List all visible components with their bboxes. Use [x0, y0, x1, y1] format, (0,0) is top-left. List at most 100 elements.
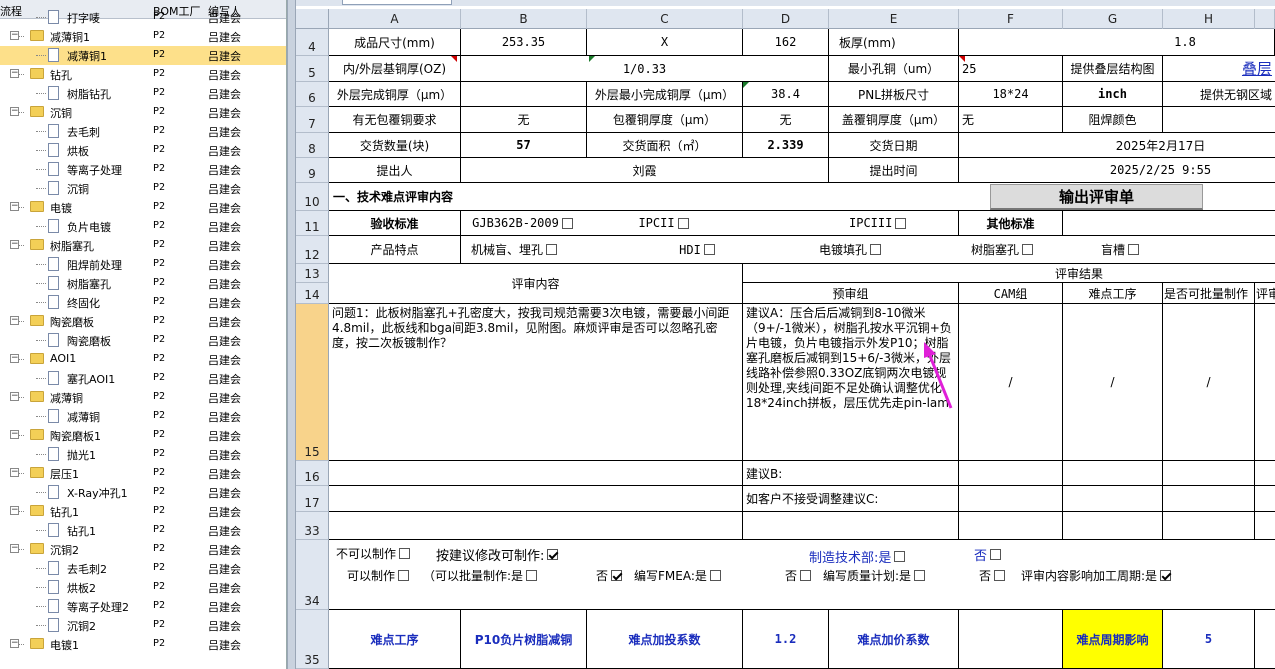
cell-fh4[interactable]: 1.8	[959, 29, 1275, 56]
cell-g17[interactable]	[1063, 486, 1163, 512]
row-header[interactable]: 34	[296, 540, 329, 610]
tree-row[interactable]: 减薄铜 P2 吕建会	[0, 407, 286, 426]
opt-quality-no-checkbox[interactable]	[994, 570, 1006, 581]
collapse-toggle-icon[interactable]: −	[10, 392, 19, 401]
row-header[interactable]: 11	[296, 211, 329, 236]
tree-row[interactable]: 钻孔1 P2 吕建会	[0, 521, 286, 540]
col-header-a[interactable]: A	[329, 9, 461, 29]
tree-row[interactable]: 烘板2 P2 吕建会	[0, 578, 286, 597]
cell-g5[interactable]: 提供叠层结构图	[1063, 56, 1163, 82]
panel-splitter[interactable]	[287, 0, 296, 669]
cell-i33[interactable]	[1255, 512, 1275, 540]
opt-tech-dept[interactable]: 制造技术部:是	[809, 547, 908, 566]
std-ipcii-checkbox[interactable]	[677, 217, 689, 229]
cell-a9[interactable]: 提出人	[329, 158, 461, 183]
opt-cycle[interactable]: 评审内容影响加工周期:是	[1021, 567, 1174, 584]
cell-i16[interactable]	[1255, 461, 1275, 486]
cell-h16[interactable]	[1163, 461, 1255, 486]
opt-can-make-checkbox[interactable]	[398, 570, 410, 581]
tree-row[interactable]: − 沉铜 P2 吕建会	[0, 103, 286, 122]
cell-b6[interactable]	[461, 82, 587, 107]
col-header-e[interactable]: E	[829, 9, 959, 29]
cell-d7[interactable]: 无	[743, 107, 829, 133]
sheet-tab[interactable]	[342, 0, 452, 5]
row-header[interactable]: 7	[296, 107, 329, 133]
row-header[interactable]: 4	[296, 29, 329, 56]
cell-h6[interactable]: 提供无钢区域	[1163, 82, 1275, 107]
row-header[interactable]: 6	[296, 82, 329, 107]
feature-blind-via-checkbox[interactable]	[546, 244, 558, 255]
tree-row[interactable]: − 钻孔1 P2 吕建会	[0, 502, 286, 521]
cell-i17[interactable]	[1255, 486, 1275, 512]
cell-g35[interactable]: 难点周期影响	[1063, 610, 1163, 669]
tree-row[interactable]: 去毛刺 P2 吕建会	[0, 122, 286, 141]
difficulty-result-cell[interactable]: /	[1063, 304, 1163, 461]
opt-batch-no-checkbox[interactable]	[611, 570, 623, 581]
cell-f16[interactable]	[959, 461, 1063, 486]
cell-e4[interactable]: 板厚(mm)	[829, 29, 959, 56]
cell-b4[interactable]: 253.35	[461, 29, 587, 56]
cell-b8[interactable]: 57	[461, 133, 587, 158]
cell-g6[interactable]: inch	[1063, 82, 1163, 107]
tree-row[interactable]: 树脂钻孔 P2 吕建会	[0, 84, 286, 103]
row-header[interactable]: 35	[296, 610, 329, 669]
opt-tech-no[interactable]: 否	[974, 545, 1004, 564]
cell-f35[interactable]	[959, 610, 1063, 669]
cell-f6[interactable]: 18*24	[959, 82, 1063, 107]
cell-d33[interactable]	[743, 512, 959, 540]
col-header-b[interactable]: B	[461, 9, 587, 29]
collapse-toggle-icon[interactable]: −	[10, 316, 19, 325]
cell-g33[interactable]	[1063, 512, 1163, 540]
cell-e7[interactable]: 盖覆铜厚度（μm）	[829, 107, 959, 133]
row-header[interactable]: 13	[296, 264, 329, 283]
opt-quality-checkbox[interactable]	[914, 570, 926, 581]
collapse-toggle-icon[interactable]: −	[10, 506, 19, 515]
col-header-i[interactable]	[1255, 9, 1275, 29]
opt-cannot-make-checkbox[interactable]	[399, 548, 411, 559]
cell-d4[interactable]: 162	[743, 29, 829, 56]
cell-a35[interactable]: 难点工序	[329, 610, 461, 669]
collapse-toggle-icon[interactable]: −	[10, 468, 19, 477]
row-header-active[interactable]: 15	[296, 304, 329, 461]
cell-f7[interactable]: 无	[959, 107, 1063, 133]
select-all-corner[interactable]	[296, 9, 329, 29]
comment-marker[interactable]	[959, 56, 965, 62]
cell-i35[interactable]	[1255, 610, 1275, 669]
cell-c6[interactable]: 外层最小完成铜厚（μm）	[587, 82, 743, 107]
row-header[interactable]: 10	[296, 183, 329, 211]
cell-a4[interactable]: 成品尺寸(mm)	[329, 29, 461, 56]
opt-modify-make[interactable]: 按建议修改可制作:	[436, 545, 561, 564]
opt-quality[interactable]: 编写质量计划:是	[823, 567, 928, 584]
tree-row[interactable]: 阻焊前处理 P2 吕建会	[0, 255, 286, 274]
col-header-d[interactable]: D	[743, 9, 829, 29]
row-header[interactable]: 5	[296, 56, 329, 82]
cell-c8[interactable]: 交货面积（㎡）	[587, 133, 743, 158]
comment-marker[interactable]	[743, 82, 749, 88]
tree-row[interactable]: − 减薄铜1 P2 吕建会	[0, 27, 286, 46]
opt-modify-make-checkbox[interactable]	[547, 549, 559, 560]
cell-e5[interactable]: 最小孔铜（um）	[829, 56, 959, 82]
cell-bd5[interactable]: 1/0.33	[461, 56, 829, 82]
cell-h35[interactable]: 5	[1163, 610, 1255, 669]
cell-a16[interactable]	[329, 461, 743, 486]
opt-fmea[interactable]: 编写FMEA:是	[634, 567, 724, 584]
collapse-toggle-icon[interactable]: −	[10, 107, 19, 116]
tree-row[interactable]: 树脂塞孔 P2 吕建会	[0, 274, 286, 293]
cell-b35[interactable]: P10负片树脂减铜	[461, 610, 587, 669]
tree-row[interactable]: 陶瓷磨板 P2 吕建会	[0, 331, 286, 350]
cam-result-cell[interactable]: /	[959, 304, 1063, 461]
cell-c4[interactable]: X	[587, 29, 743, 56]
collapse-toggle-icon[interactable]: −	[10, 31, 19, 40]
tree-row[interactable]: − 钻孔 P2 吕建会	[0, 65, 286, 84]
opt-fmea-no-checkbox[interactable]	[800, 570, 812, 581]
tree-row[interactable]: − 电镀1 P2 吕建会	[0, 635, 286, 654]
tree-row[interactable]: − 沉铜2 P2 吕建会	[0, 540, 286, 559]
std-ipciii-checkbox[interactable]	[895, 217, 907, 229]
cell-c35[interactable]: 难点加投系数	[587, 610, 743, 669]
tree-row[interactable]: 等离子处理2 P2 吕建会	[0, 597, 286, 616]
tree-row[interactable]: 沉铜2 P2 吕建会	[0, 616, 286, 635]
collapse-toggle-icon[interactable]: −	[10, 69, 19, 78]
tree-row[interactable]: − 陶瓷磨板 P2 吕建会	[0, 312, 286, 331]
cell-f33[interactable]	[959, 512, 1063, 540]
collapse-toggle-icon[interactable]: −	[10, 639, 19, 648]
